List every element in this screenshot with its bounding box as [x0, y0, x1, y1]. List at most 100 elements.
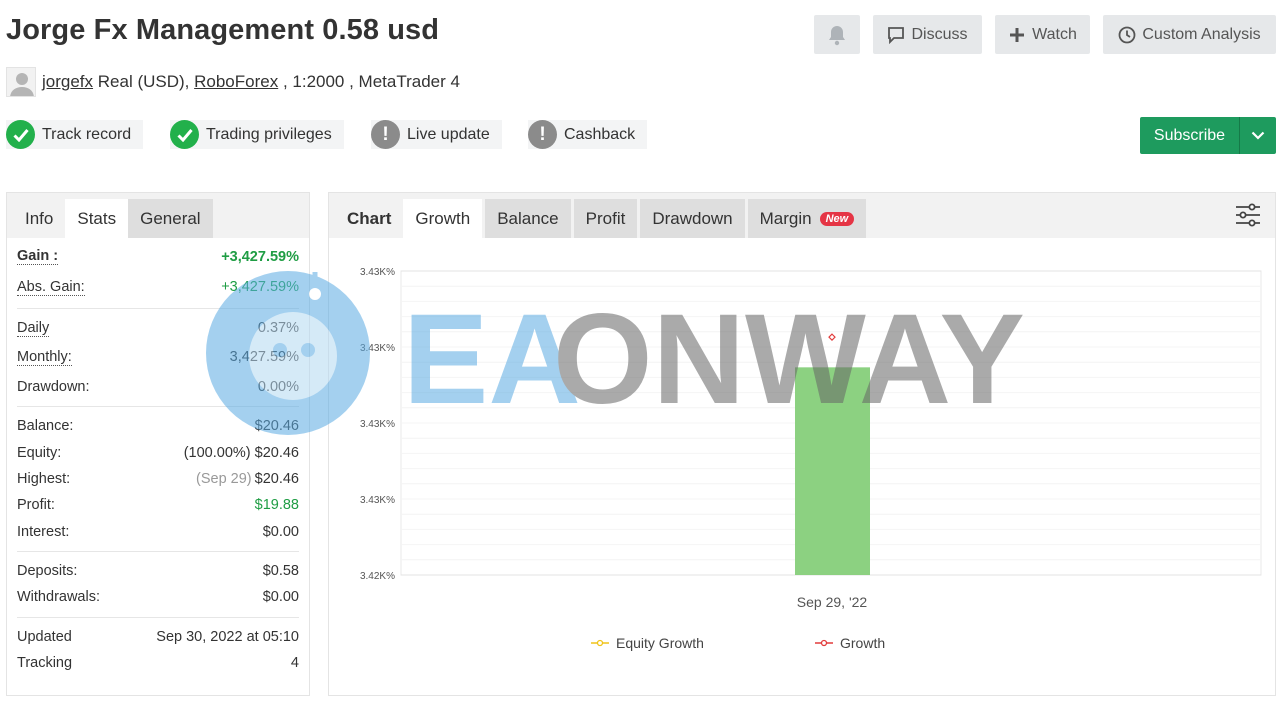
username-link[interactable]: jorgefx [42, 72, 93, 92]
updated-value: Sep 30, 2022 at 05:10 [156, 629, 299, 645]
tab-profit[interactable]: Profit [573, 199, 638, 238]
deposits-label: Deposits: [17, 563, 78, 579]
tab-info[interactable]: Info [13, 199, 65, 238]
stat-withdrawals: Withdrawals: $0.00 [17, 584, 299, 610]
y-tick-label: 3.43K% [360, 343, 395, 354]
sliders-icon [1236, 203, 1260, 227]
balance-label: Balance: [17, 418, 74, 434]
equity-label: Equity: [17, 445, 62, 461]
legend-label: Growth [840, 635, 885, 651]
stat-profit: Profit: $19.88 [17, 492, 299, 518]
plus-icon [1010, 27, 1025, 42]
gain-label[interactable]: Gain : [17, 248, 59, 265]
tracking-value: 4 [290, 655, 299, 671]
check-icon [6, 120, 35, 149]
withdrawals-value: $0.00 [262, 589, 299, 605]
daily-value: 0.37% [257, 320, 299, 336]
y-tick-label: 3.43K% [360, 419, 395, 430]
stat-balance: Balance: $20.46 [17, 407, 299, 440]
legend-label: Equity Growth [616, 635, 704, 651]
badge-cashback[interactable]: ! Cashback [528, 120, 648, 149]
stats-panel: Info Stats General Gain : +3,427.59% Abs… [6, 192, 310, 696]
discuss-label: Discuss [911, 25, 968, 43]
tab-stats[interactable]: Stats [65, 199, 129, 238]
avatar [6, 67, 36, 97]
custom-analysis-label: Custom Analysis [1142, 25, 1261, 43]
discuss-button[interactable]: Discuss [873, 15, 982, 54]
stat-updated: Updated Sep 30, 2022 at 05:10 [17, 618, 299, 650]
notify-button[interactable] [814, 15, 860, 54]
exclamation-icon: ! [371, 120, 400, 149]
highest-value: $20.46 [254, 471, 299, 487]
monthly-value: 3,427.59% [229, 349, 299, 365]
abs-gain-label[interactable]: Abs. Gain: [17, 279, 85, 296]
stat-equity: Equity: (100.00%) $20.46 [17, 440, 299, 466]
withdrawals-label: Withdrawals: [17, 589, 100, 605]
chart-tabs: Chart Growth Balance Profit Drawdown Mar… [329, 193, 1275, 238]
daily-label[interactable]: Daily [17, 320, 50, 337]
gain-value: +3,427.59% [221, 248, 299, 265]
stat-tracking: Tracking 4 [17, 650, 299, 676]
badge-live-label: Live update [407, 125, 490, 143]
exclamation-icon: ! [528, 120, 557, 149]
tab-chart[interactable]: Chart [335, 199, 403, 238]
profit-label: Profit: [17, 497, 55, 513]
account-type: Real (USD), [93, 72, 195, 91]
monthly-label[interactable]: Monthly: [17, 349, 72, 366]
bell-icon [829, 25, 845, 45]
interest-value: $0.00 [262, 523, 299, 540]
badge-priv-label: Trading privileges [206, 125, 332, 143]
account-details: , 1:2000 , MetaTrader 4 [278, 72, 460, 91]
badge-live-update[interactable]: ! Live update [371, 120, 502, 149]
subscribe-button[interactable]: Subscribe [1140, 117, 1239, 154]
user-icon [10, 73, 34, 96]
stat-highest: Highest: (Sep 29) $20.46 [17, 466, 299, 492]
equity-value: $20.46 [254, 445, 299, 461]
watch-button[interactable]: Watch [995, 15, 1090, 54]
legend-marker [820, 639, 828, 647]
chart-panel: Chart Growth Balance Profit Drawdown Mar… [328, 192, 1276, 696]
comment-icon [888, 26, 905, 44]
tracking-label: Tracking [17, 655, 73, 671]
stat-interest: Interest: $0.00 [17, 518, 299, 545]
tab-margin[interactable]: Margin New [747, 199, 867, 238]
stats-tabs: Info Stats General [7, 193, 309, 238]
tab-general[interactable]: General [128, 199, 213, 238]
broker-link[interactable]: RoboForex [194, 72, 278, 92]
equity-percent: (100.00%) [183, 445, 251, 461]
chevron-down-icon [1251, 131, 1265, 140]
updated-label: Updated [17, 629, 72, 645]
clock-icon [1118, 26, 1136, 43]
growth-chart: 3.42K% 3.43K% 3.43K% 3.43K% 3.43K% Sep 29, '2… [360, 267, 1262, 651]
tab-drawdown[interactable]: Drawdown [640, 199, 745, 238]
y-tick-label: 3.43K% [360, 267, 395, 278]
badge-cash-label: Cashback [564, 125, 636, 143]
tab-growth[interactable]: Growth [403, 199, 483, 238]
drawdown-label: Drawdown: [17, 378, 90, 395]
drawdown-value: 0.00% [257, 378, 299, 395]
x-tick-label: Sep 29, '22 [797, 594, 868, 610]
badge-track-label: Track record [42, 125, 132, 143]
tab-balance[interactable]: Balance [485, 199, 571, 238]
abs-gain-value: +3,427.59% [221, 279, 299, 295]
legend-marker [596, 639, 604, 647]
badge-track-record[interactable]: Track record [6, 120, 144, 149]
account-info: jorgefx Real (USD), RoboForex , 1:2000 ,… [6, 66, 460, 98]
watch-label: Watch [1032, 25, 1077, 43]
subscribe-button-group: Subscribe [1140, 117, 1276, 154]
stat-abs-gain: Abs. Gain: +3,427.59% [17, 271, 299, 303]
chart-settings-button[interactable] [1235, 203, 1261, 232]
stat-deposits: Deposits: $0.58 [17, 552, 299, 584]
balance-value: $20.46 [254, 418, 299, 434]
interest-label: Interest: [17, 523, 70, 540]
badge-trading-privileges[interactable]: Trading privileges [170, 120, 344, 149]
tab-margin-label: Margin [759, 208, 812, 228]
profit-value: $19.88 [254, 497, 299, 513]
y-tick-label: 3.43K% [360, 495, 395, 506]
highest-label: Highest: [17, 471, 71, 487]
page-title: Jorge Fx Management 0.58 usd [6, 14, 440, 46]
highest-date: (Sep 29) [196, 471, 252, 487]
subscribe-dropdown[interactable] [1239, 117, 1276, 154]
stat-daily: Daily 0.37% [17, 309, 299, 341]
custom-analysis-button[interactable]: Custom Analysis [1103, 15, 1276, 54]
